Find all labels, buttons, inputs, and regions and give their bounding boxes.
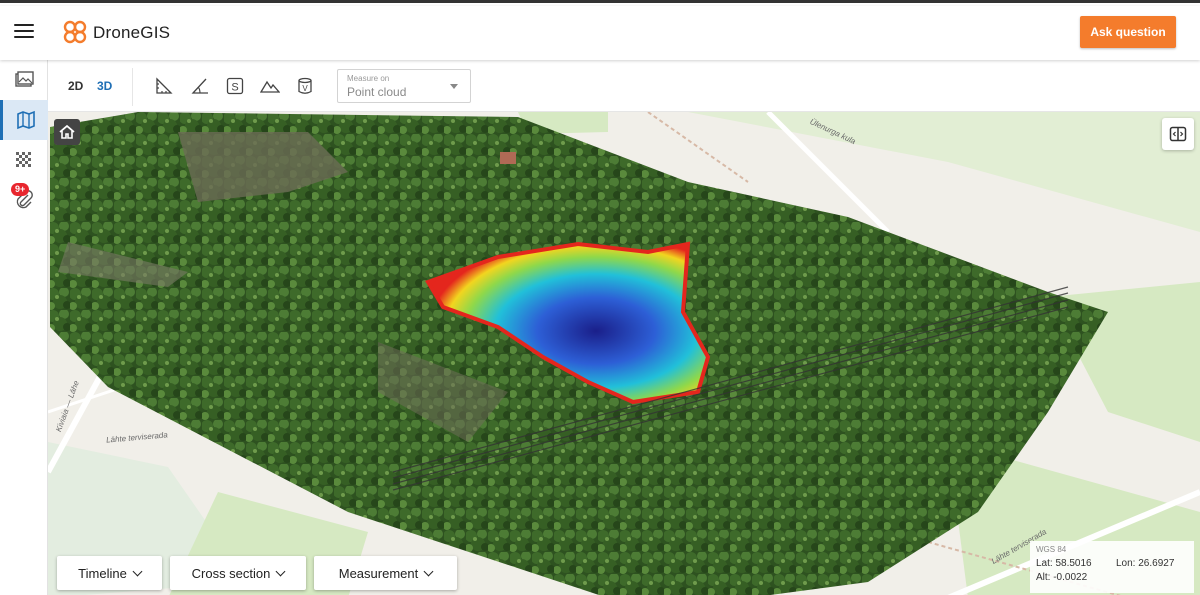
profile-tool[interactable] xyxy=(258,74,282,98)
measurement-label: Measurement xyxy=(338,565,419,581)
chevron-down-icon xyxy=(450,84,458,89)
timeline-button[interactable]: Timeline xyxy=(57,556,162,590)
chevron-down-icon xyxy=(275,566,286,576)
point-cloud-icon xyxy=(16,152,31,167)
sidebar-item-map[interactable] xyxy=(0,100,48,140)
map-icon xyxy=(16,110,35,130)
sidebar-item-point-cloud[interactable] xyxy=(0,140,48,180)
chevron-down-icon xyxy=(132,566,143,576)
cross-section-button[interactable]: Cross section xyxy=(170,556,306,590)
home-view-button[interactable] xyxy=(54,119,80,145)
area-ruler-tool[interactable] xyxy=(152,74,176,98)
coordinate-system: WGS 84 xyxy=(1036,545,1067,554)
gallery-icon xyxy=(15,71,34,87)
notification-badge: 9+ xyxy=(11,183,30,196)
latitude-value: Lat: 58.5016 xyxy=(1036,558,1092,569)
volume-v-icon: V xyxy=(298,77,312,94)
ask-question-button[interactable]: Ask question xyxy=(1080,16,1176,48)
cross-section-label: Cross section xyxy=(191,565,271,581)
surface-s-icon: S xyxy=(226,77,244,95)
measure-on-select[interactable]: Measure on Point cloud xyxy=(337,69,471,103)
measure-on-label: Measure on xyxy=(347,74,390,83)
surface-tool[interactable]: S xyxy=(223,74,247,98)
measurement-button[interactable]: Measurement xyxy=(314,556,457,590)
menu-icon[interactable] xyxy=(14,24,34,40)
altitude-value: Alt: -0.0022 xyxy=(1036,572,1088,583)
volume-tool[interactable]: V xyxy=(293,74,317,98)
measure-toolbar: 2D 3D S V Measure on Point cloud xyxy=(48,60,1200,112)
svg-text:V: V xyxy=(302,84,308,93)
svg-text:S: S xyxy=(231,82,238,94)
measure-on-value: Point cloud xyxy=(347,85,407,99)
angle-tool[interactable] xyxy=(188,74,212,98)
ruler-area-icon xyxy=(156,77,173,94)
chevron-down-icon xyxy=(423,566,434,576)
brand-name: DroneGIS xyxy=(93,23,171,42)
sidebar-item-attachments[interactable]: 9+ xyxy=(0,180,48,220)
volume-mountain-icon xyxy=(260,80,280,93)
sidebar-item-gallery[interactable] xyxy=(0,60,48,100)
3d-scene[interactable] xyxy=(48,112,1200,595)
mode-3d-toggle[interactable]: 3D xyxy=(97,79,112,93)
building xyxy=(500,152,516,164)
split-view-icon xyxy=(1169,126,1187,142)
longitude-value: Lon: 26.6927 xyxy=(1116,558,1175,569)
timeline-label: Timeline xyxy=(78,565,127,581)
angle-icon xyxy=(191,78,208,94)
top-header: DroneGIS Ask question xyxy=(0,6,1200,60)
dronegis-logo xyxy=(63,20,87,44)
mode-2d-toggle[interactable]: 2D xyxy=(68,79,83,93)
coordinate-readout: WGS 84 Lat: 58.5016 Lon: 26.6927 Alt: -0… xyxy=(1030,541,1194,593)
home-icon xyxy=(59,124,75,139)
toolbar-divider xyxy=(132,68,133,106)
split-view-button[interactable] xyxy=(1162,118,1194,150)
map-viewport[interactable]: Kiviaia — Lähe Lähte terviserada Lähte t… xyxy=(48,112,1200,595)
app-window: DroneGIS Ask question 9+ 2D 3D S V Measu… xyxy=(0,0,1200,595)
sidebar: 9+ xyxy=(0,60,48,595)
